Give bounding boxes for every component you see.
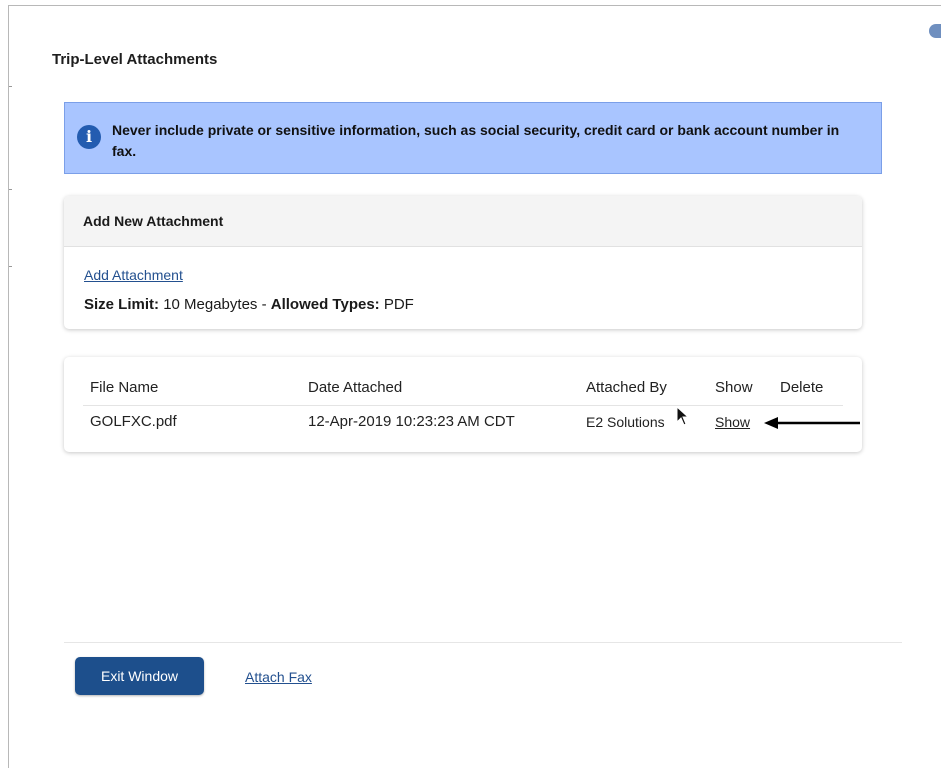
add-attachment-link[interactable]: Add Attachment <box>84 267 183 283</box>
allowed-types-value: PDF <box>383 296 414 313</box>
panel-header: Add New Attachment <box>64 196 862 247</box>
divider <box>9 189 12 190</box>
mouse-cursor-icon <box>676 406 690 426</box>
separator: - <box>261 296 267 313</box>
column-header-show: Show <box>715 379 753 396</box>
help-icon[interactable] <box>929 24 941 38</box>
privacy-alert: i Never include private or sensitive inf… <box>64 102 882 174</box>
info-icon: i <box>77 125 101 149</box>
attach-fax-link[interactable]: Attach Fax <box>245 669 312 685</box>
size-limit-value: 10 Megabytes <box>163 296 258 313</box>
allowed-types-label: Allowed Types: <box>270 296 380 313</box>
attachments-table: File Name Date Attached Attached By Show… <box>64 357 862 452</box>
divider <box>64 642 902 643</box>
size-limit-info: Size Limit: 10 Megabytes - Allowed Types… <box>84 296 414 313</box>
divider <box>9 86 12 87</box>
add-new-attachment-panel: Add New Attachment Add Attachment Size L… <box>64 196 862 329</box>
cell-date-attached: 12-Apr-2019 10:23:23 AM CDT <box>308 413 515 430</box>
column-header-file-name: File Name <box>90 379 159 396</box>
pointer-arrow-icon <box>764 417 860 429</box>
exit-window-button[interactable]: Exit Window <box>75 657 204 695</box>
show-attachment-link[interactable]: Show <box>715 414 750 430</box>
alert-message: Never include private or sensitive infor… <box>112 122 840 159</box>
size-limit-label: Size Limit: <box>84 296 160 313</box>
cell-attached-by: E2 Solutions <box>586 414 665 430</box>
page-title: Trip-Level Attachments <box>52 51 218 68</box>
cell-file-name: GOLFXC.pdf <box>90 413 177 430</box>
divider <box>83 405 843 406</box>
column-header-date-attached: Date Attached <box>308 379 403 396</box>
column-header-attached-by: Attached By <box>586 379 667 396</box>
column-header-delete: Delete <box>780 379 824 396</box>
divider <box>9 266 12 267</box>
panel-header-label: Add New Attachment <box>83 213 224 229</box>
